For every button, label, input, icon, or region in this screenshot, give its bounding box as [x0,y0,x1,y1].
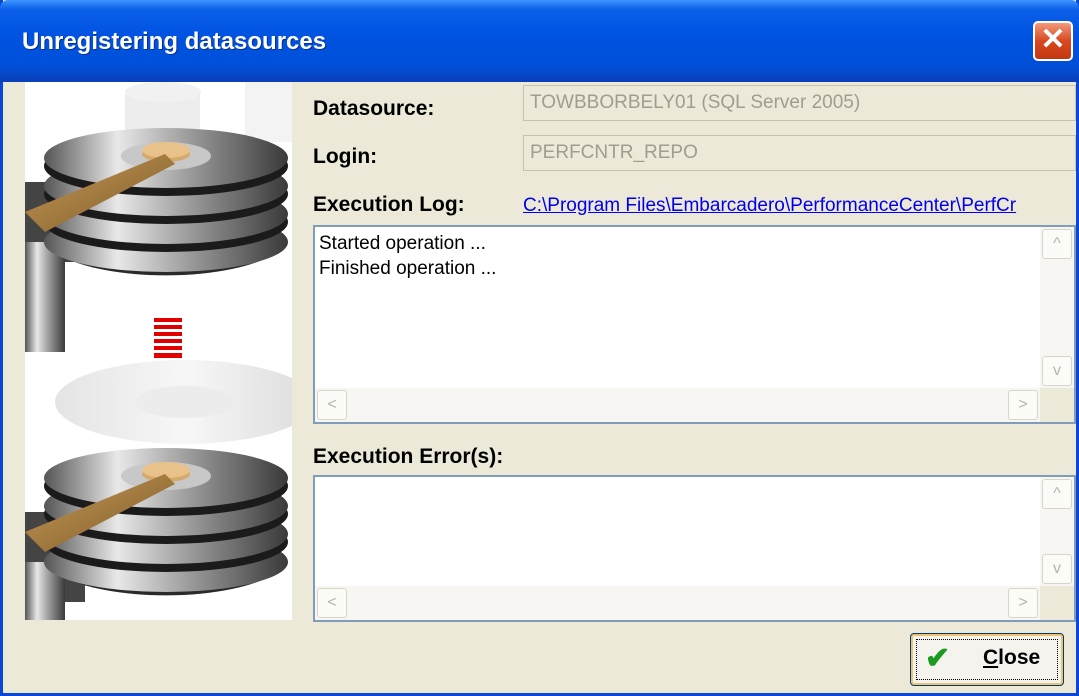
close-button[interactable]: ✔ Close [910,633,1064,686]
illustration-panel [25,82,292,620]
scroll-corner [1040,388,1074,422]
ghost-platter-icon [55,360,292,444]
log-line: Started operation ... [319,233,486,254]
execution-log-text: Started operation ... Finished operation… [319,231,496,281]
scroll-left-button[interactable]: < [317,390,347,420]
errors-horizontal-scrollbar[interactable]: < > [315,586,1040,620]
scroll-up-button[interactable]: ^ [1042,479,1072,509]
execution-errors-label: Execution Error(s): [313,445,504,468]
execution-log-textarea[interactable]: Started operation ... Finished operation… [313,225,1076,424]
execution-log-path-link[interactable]: C:\Program Files\Embarcadero\Performance… [523,195,1076,217]
scroll-down-button[interactable]: v [1042,554,1072,584]
execution-log-label: Execution Log: [313,193,465,216]
dialog-window: Unregistering datasources ✕ Datasource: … [0,0,1079,696]
errors-vertical-scrollbar[interactable]: ^ v [1040,477,1074,586]
scroll-down-button[interactable]: v [1042,356,1072,386]
log-line: Finished operation ... [319,258,497,279]
hard-disk-icon [25,448,288,620]
close-icon: ✕ [1040,23,1066,56]
scroll-corner [1040,586,1074,620]
execution-errors-textarea[interactable]: ^ v < > [313,475,1076,622]
log-horizontal-scrollbar[interactable]: < > [315,388,1040,422]
window-title: Unregistering datasources [22,28,327,55]
title-bar[interactable]: Unregistering datasources ✕ [0,0,1079,82]
login-label: Login: [313,145,378,168]
checkmark-icon: ✔ [925,642,951,675]
hard-disk-illustration [25,82,292,620]
scroll-up-button[interactable]: ^ [1042,229,1072,259]
datasource-label: Datasource: [313,97,435,120]
scroll-right-button[interactable]: > [1008,588,1038,618]
close-button-label: Close [983,646,1041,669]
scroll-left-button[interactable]: < [317,588,347,618]
login-field: PERFCNTR_REPO [523,135,1076,171]
datasource-field: TOWBBORBELY01 (SQL Server 2005) [523,85,1076,121]
log-vertical-scrollbar[interactable]: ^ v [1040,227,1074,388]
title-close-button[interactable]: ✕ [1033,21,1073,61]
scroll-right-button[interactable]: > [1008,390,1038,420]
